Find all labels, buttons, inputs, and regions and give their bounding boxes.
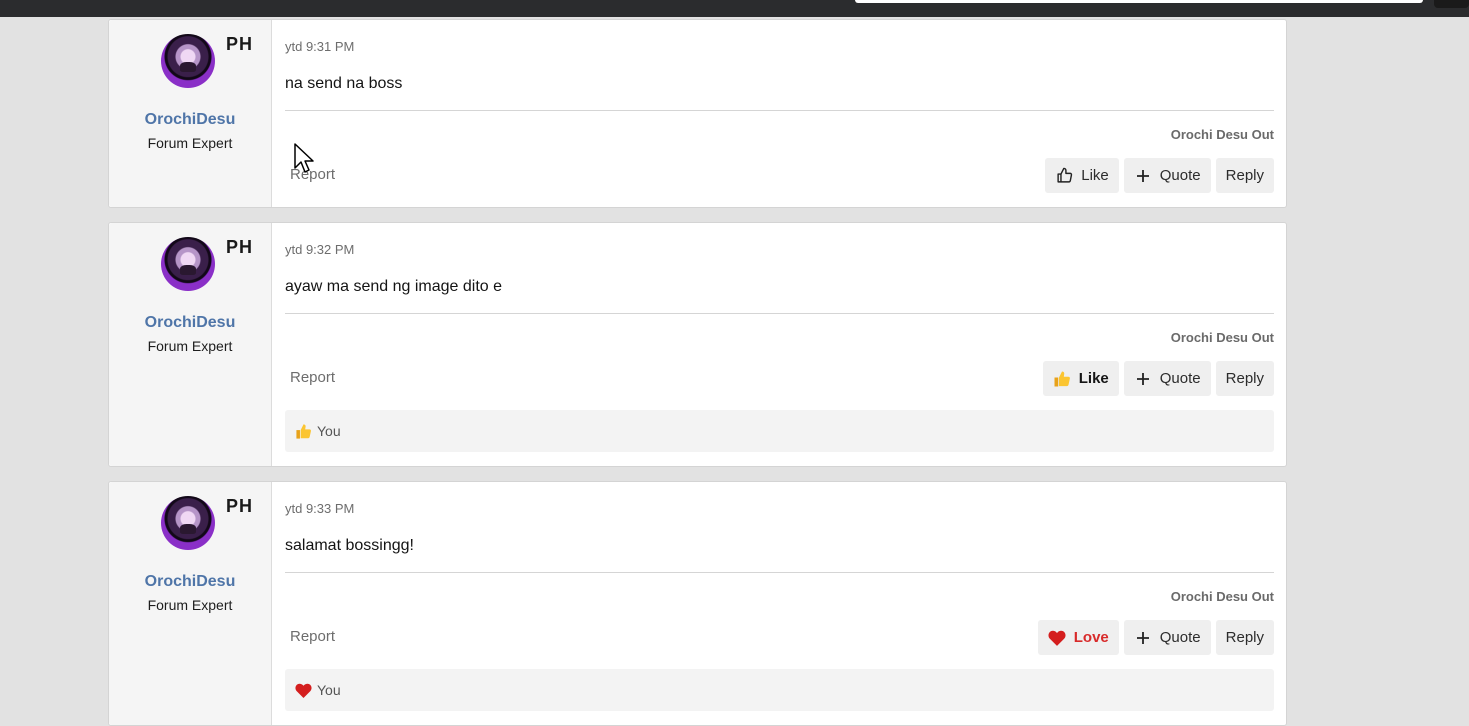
signature-divider — [285, 572, 1274, 573]
like-button[interactable]: Like — [1042, 361, 1119, 396]
report-link[interactable]: Report — [290, 628, 335, 645]
like-label: Like — [1081, 167, 1109, 184]
post-user-column: PH OrochiDesu Forum Expert — [109, 223, 272, 466]
reply-button[interactable]: Reply — [1215, 361, 1274, 396]
thumbs-up-emoji-icon — [1053, 370, 1071, 388]
quote-label: Quote — [1159, 629, 1201, 646]
country-flag: PH — [226, 496, 254, 516]
reactions-bar[interactable]: You — [285, 410, 1274, 452]
post: PH OrochiDesu Forum Expert ytd 9:31 PM n… — [108, 19, 1287, 208]
post-timestamp[interactable]: ytd 9:31 PM — [285, 39, 354, 54]
post-actions: Like Quote Reply — [1042, 361, 1274, 396]
post: PH OrochiDesu Forum Expert ytd 9:33 PM s… — [108, 481, 1287, 726]
post-signature: Orochi Desu Out — [1170, 589, 1274, 604]
plus-icon — [1134, 629, 1152, 647]
signature-divider — [285, 313, 1274, 314]
post-message: salamat bossingg! — [285, 537, 414, 554]
post-signature: Orochi Desu Out — [1170, 127, 1274, 142]
quote-button[interactable]: Quote — [1123, 158, 1211, 193]
post: PH OrochiDesu Forum Expert ytd 9:32 PM a… — [108, 222, 1287, 467]
plus-icon — [1134, 167, 1152, 185]
quote-button[interactable]: Quote — [1123, 361, 1211, 396]
country-flag: PH — [226, 237, 254, 257]
thumbs-up-outline-icon — [1055, 167, 1073, 185]
post-message: na send na boss — [285, 75, 403, 92]
reactions-list: You — [317, 423, 341, 439]
plus-icon — [1134, 370, 1152, 388]
avatar[interactable] — [161, 237, 215, 291]
top-bar — [0, 0, 1469, 17]
top-bar-button[interactable] — [1434, 0, 1469, 8]
reactions-bar[interactable]: You — [285, 669, 1274, 711]
post-actions: Like Quote Reply — [1045, 158, 1274, 193]
reply-label: Reply — [1225, 629, 1264, 646]
post-timestamp[interactable]: ytd 9:32 PM — [285, 242, 354, 257]
thumbs-up-emoji-icon — [295, 422, 315, 440]
username-link[interactable]: OrochiDesu — [109, 314, 271, 332]
mouse-cursor-icon — [294, 143, 314, 173]
quote-button[interactable]: Quote — [1123, 620, 1211, 655]
post-user-column: PH OrochiDesu Forum Expert — [109, 482, 272, 725]
avatar[interactable] — [161, 34, 215, 88]
post-main: ytd 9:33 PM salamat bossingg! Orochi Des… — [285, 482, 1274, 725]
post-message: ayaw ma send ng image dito e — [285, 278, 503, 295]
post-main: ytd 9:32 PM ayaw ma send ng image dito e… — [285, 223, 1274, 466]
user-title: Forum Expert — [147, 597, 233, 613]
reply-button[interactable]: Reply — [1215, 620, 1274, 655]
love-button[interactable]: Love — [1037, 620, 1119, 655]
user-title: Forum Expert — [147, 338, 233, 354]
report-link[interactable]: Report — [290, 369, 335, 386]
love-label: Love — [1073, 629, 1109, 646]
like-label: Like — [1078, 370, 1109, 387]
reply-button[interactable]: Reply — [1215, 158, 1274, 193]
reply-label: Reply — [1225, 167, 1264, 184]
signature-divider — [285, 110, 1274, 111]
reply-label: Reply — [1225, 370, 1264, 387]
country-flag: PH — [226, 34, 254, 54]
post-actions: Love Quote Reply — [1037, 620, 1274, 655]
search-input[interactable] — [855, 0, 1423, 3]
heart-icon — [295, 681, 315, 699]
avatar[interactable] — [161, 496, 215, 550]
like-button[interactable]: Like — [1045, 158, 1119, 193]
post-main: ytd 9:31 PM na send na boss Orochi Desu … — [285, 20, 1274, 207]
heart-icon — [1048, 629, 1066, 647]
username-link[interactable]: OrochiDesu — [109, 111, 271, 129]
quote-label: Quote — [1159, 370, 1201, 387]
quote-label: Quote — [1159, 167, 1201, 184]
reactions-list: You — [317, 682, 341, 698]
post-timestamp[interactable]: ytd 9:33 PM — [285, 501, 354, 516]
user-title: Forum Expert — [147, 135, 233, 151]
post-signature: Orochi Desu Out — [1170, 330, 1274, 345]
username-link[interactable]: OrochiDesu — [109, 573, 271, 591]
post-user-column: PH OrochiDesu Forum Expert — [109, 20, 272, 207]
